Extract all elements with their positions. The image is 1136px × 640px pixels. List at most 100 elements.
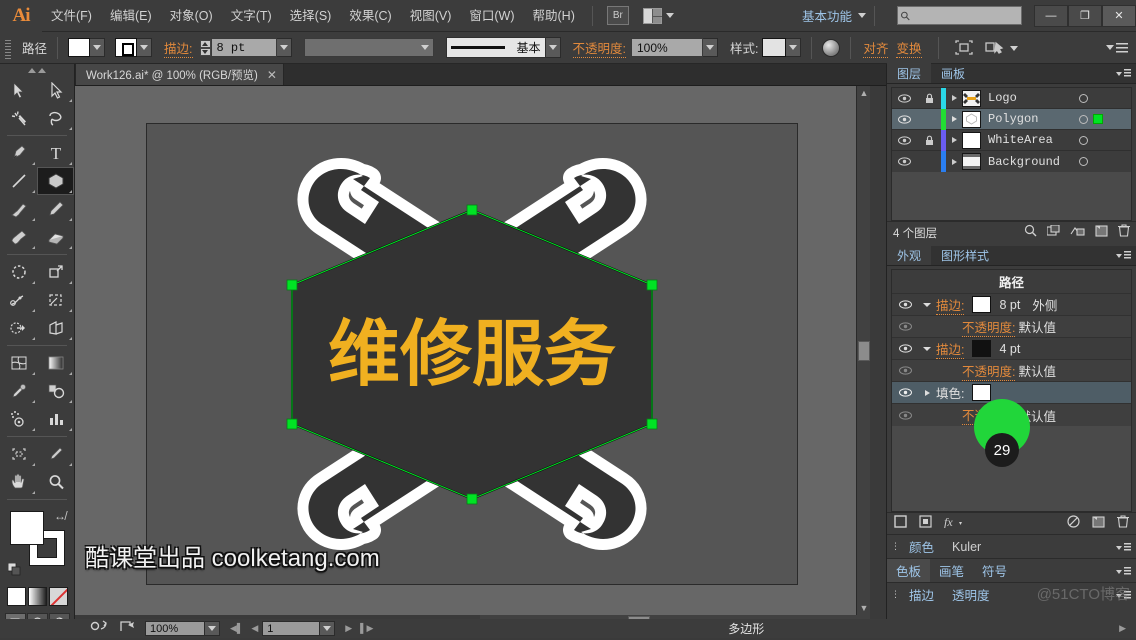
tab-graphic-styles[interactable]: 图形样式 xyxy=(931,245,999,265)
fill-indicator-swatch[interactable] xyxy=(10,511,44,545)
stroke-dropdown-button[interactable] xyxy=(137,38,153,57)
tab-transparency[interactable]: 透明度 xyxy=(943,583,999,607)
appearance-row-opacity-2[interactable]: 不透明度: 默认值 xyxy=(892,360,1131,382)
stroke-profile-field[interactable] xyxy=(303,38,434,57)
previous-artboard-icon[interactable]: ◀ xyxy=(247,623,262,634)
delete-layer-icon[interactable] xyxy=(1118,223,1130,242)
pencil-tool[interactable] xyxy=(37,195,74,223)
artboard[interactable]: 维修服务 xyxy=(146,123,798,585)
menu-edit[interactable]: 编辑(E) xyxy=(101,0,161,32)
layer-name[interactable]: WhiteArea xyxy=(988,133,1053,147)
artboard-tool[interactable] xyxy=(0,440,37,468)
blend-tool[interactable] xyxy=(37,377,74,405)
tab-stroke[interactable]: 描边 xyxy=(900,583,943,607)
visibility-eye-icon[interactable] xyxy=(892,114,917,124)
canvas-area[interactable]: 维修服务 酷课堂出品 coolketang.com xyxy=(75,86,870,615)
stroke-weight-stepper[interactable] xyxy=(199,39,211,56)
search-input[interactable]: ⚲ xyxy=(897,6,1022,25)
perspective-grid-tool[interactable] xyxy=(37,314,74,342)
maximize-button[interactable]: ❐ xyxy=(1068,4,1102,27)
fill-color-swatch[interactable] xyxy=(972,384,992,401)
zoom-tool[interactable] xyxy=(37,468,74,496)
target-circle-icon[interactable] xyxy=(1079,135,1088,145)
status-tool-icon[interactable] xyxy=(90,619,110,638)
status-expand-icon[interactable]: ▶ xyxy=(1115,623,1130,634)
visibility-eye-icon-off[interactable] xyxy=(892,322,918,331)
tab-symbols[interactable]: 符号 xyxy=(973,559,1016,583)
tab-color[interactable]: 颜色 xyxy=(900,535,943,559)
hand-tool[interactable] xyxy=(0,468,37,496)
stroke-transparency-panel-header[interactable]: ⋮ 描边 透明度 @51CTO博客 xyxy=(887,582,1136,606)
document-tab[interactable]: Work126.ai* @ 100% (RGB/预览) ✕ xyxy=(75,63,284,85)
workspace-switcher[interactable]: 基本功能 xyxy=(802,6,852,25)
menu-effect[interactable]: 效果(C) xyxy=(340,0,400,32)
tab-brushes[interactable]: 画笔 xyxy=(930,559,973,583)
layers-panel-menu-button[interactable] xyxy=(1116,68,1131,79)
color-kuler-panel-header[interactable]: ⋮ 颜色 Kuler xyxy=(887,534,1136,558)
expand-triangle-down-icon[interactable] xyxy=(918,346,936,352)
gradient-tool[interactable] xyxy=(37,349,74,377)
artboard-number-input[interactable]: 1 xyxy=(262,621,321,636)
swatches-brushes-symbols-panel-header[interactable]: 色板 画笔 符号 xyxy=(887,558,1136,583)
panel-grip-icon[interactable]: ⋮ xyxy=(891,541,900,552)
workspace-chevron-down-icon[interactable] xyxy=(858,13,866,18)
brush-definition-field[interactable]: 基本 xyxy=(445,37,546,58)
swap-fill-stroke-icon[interactable]: ↮ xyxy=(54,509,66,523)
stroke-weight-input[interactable]: 8 pt xyxy=(210,38,277,57)
transform-menu[interactable]: 变换 xyxy=(896,38,922,58)
tab-appearance[interactable]: 外观 xyxy=(887,245,932,265)
expand-triangle-down-icon[interactable] xyxy=(918,302,936,308)
control-bar-grip[interactable] xyxy=(3,36,13,59)
visibility-eye-icon[interactable] xyxy=(892,93,917,103)
graphic-style-swatch[interactable] xyxy=(762,38,787,57)
menu-type[interactable]: 文字(T) xyxy=(222,0,281,32)
delete-item-icon[interactable] xyxy=(1117,514,1129,533)
opacity-label[interactable]: 不透明度: xyxy=(572,38,626,58)
lock-icon[interactable] xyxy=(917,135,941,146)
visibility-eye-icon[interactable] xyxy=(892,157,917,166)
swatches-panel-menu-button[interactable] xyxy=(1116,566,1131,577)
width-tool[interactable] xyxy=(0,286,37,314)
opacity-dropdown-button[interactable] xyxy=(702,38,718,57)
stroke-weight-dropdown-button[interactable] xyxy=(276,38,292,57)
visibility-eye-icon-off[interactable] xyxy=(892,410,918,420)
target-circle-icon[interactable] xyxy=(1079,114,1088,124)
search-icon[interactable] xyxy=(1024,224,1037,242)
line-segment-tool[interactable] xyxy=(0,167,37,195)
fill-color-control[interactable] xyxy=(68,38,106,57)
stroke-swatch[interactable] xyxy=(115,38,138,57)
layer-row-logo[interactable]: Logo xyxy=(892,87,1131,109)
zoom-level-input[interactable]: 100% xyxy=(145,621,205,636)
add-effect-icon[interactable]: fx xyxy=(944,515,964,533)
layer-row-whitearea[interactable]: WhiteArea xyxy=(892,129,1131,151)
vertical-scroll-thumb[interactable] xyxy=(858,341,870,361)
visibility-eye-icon[interactable] xyxy=(892,388,918,397)
stroke-weight-value[interactable]: 8 pt xyxy=(999,298,1020,312)
visibility-eye-icon-off[interactable] xyxy=(892,366,918,375)
last-artboard-icon[interactable]: ▌▶ xyxy=(356,623,377,634)
visibility-eye-icon[interactable] xyxy=(892,344,918,353)
tools-panel-grip[interactable] xyxy=(0,64,74,76)
new-sublayer-icon[interactable] xyxy=(1046,223,1060,242)
stroke-weight-value[interactable]: 4 pt xyxy=(999,342,1020,356)
opacity-link-label[interactable]: 不透明度: xyxy=(962,405,1016,425)
layer-name[interactable]: Logo xyxy=(988,91,1017,105)
close-button[interactable]: ✕ xyxy=(1102,4,1136,27)
color-panel-menu-button[interactable] xyxy=(1116,542,1131,553)
eyedropper-tool[interactable] xyxy=(0,377,37,405)
appearance-row-opacity-1[interactable]: 不透明度: 默认值 xyxy=(892,316,1131,338)
appearance-row-opacity-3[interactable]: 不透明度: 默认值 xyxy=(892,404,1131,426)
menu-file[interactable]: 文件(F) xyxy=(42,0,101,32)
pen-tool[interactable] xyxy=(0,139,37,167)
close-icon[interactable]: ✕ xyxy=(267,68,277,82)
none-button[interactable] xyxy=(48,587,68,606)
color-button[interactable] xyxy=(6,587,26,606)
canvas-vertical-scrollbar[interactable]: ▲ ▼ xyxy=(856,86,870,615)
stepper-up-icon[interactable] xyxy=(199,39,211,48)
scale-tool[interactable] xyxy=(37,258,74,286)
brush-dropdown-button[interactable] xyxy=(545,37,561,58)
layer-name[interactable]: Background xyxy=(988,155,1060,169)
layer-row-polygon[interactable]: Polygon xyxy=(892,108,1131,130)
target-circle-icon[interactable] xyxy=(1079,157,1088,166)
stroke-color-swatch[interactable] xyxy=(972,340,992,357)
